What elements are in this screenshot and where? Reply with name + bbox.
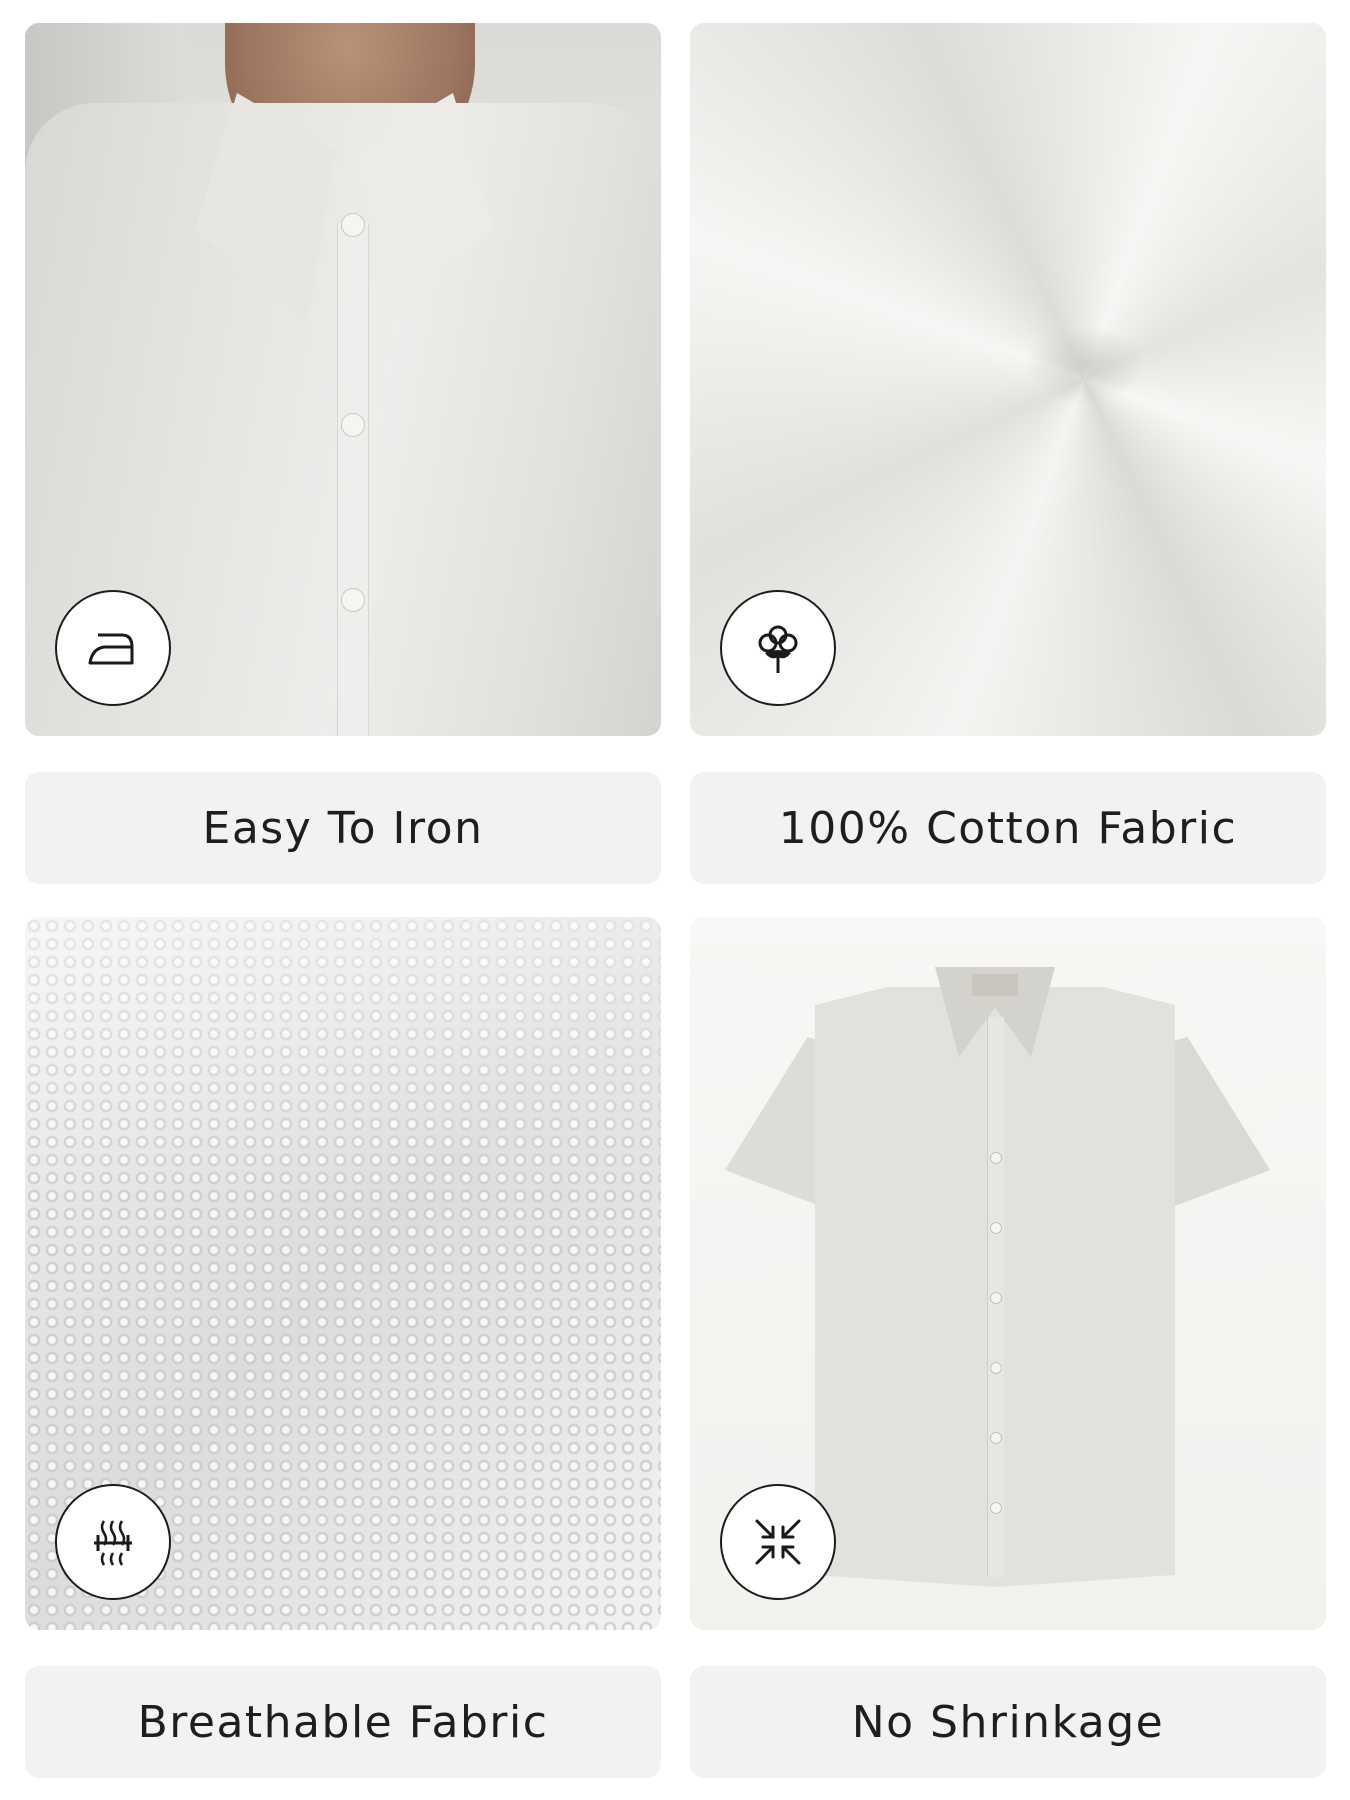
iron-icon [88,633,134,665]
shirt-button [990,1502,1002,1514]
cotton-fabric-photo [690,23,1326,736]
breathable-badge [55,1484,171,1600]
cotton-badge [720,590,836,706]
shirt-button [990,1152,1002,1164]
shirt-button [341,213,365,237]
shirt-button [990,1432,1002,1444]
shirt-button [990,1222,1002,1234]
feature-caption-text: Easy To Iron [202,802,484,854]
feature-caption-text: 100% Cotton Fabric [778,802,1238,854]
shirt-button [990,1292,1002,1304]
feature-caption: Breathable Fabric [25,1666,661,1778]
feature-caption: Easy To Iron [25,772,661,884]
flat-shirt-photo [690,917,1326,1630]
cotton-icon [758,625,798,673]
shirt-button [990,1362,1002,1374]
shirt-placket [337,223,369,736]
no-shrink-badge [720,1484,836,1600]
shirt-label [972,974,1018,996]
iron-badge [55,590,171,706]
feature-caption: 100% Cotton Fabric [690,772,1326,884]
breathable-icon [94,1520,132,1566]
shirt-button [341,588,365,612]
feature-caption-text: No Shrinkage [851,1696,1165,1748]
shirt-button [341,413,365,437]
feature-caption-text: Breathable Fabric [137,1696,549,1748]
feature-caption: No Shrinkage [690,1666,1326,1778]
shirt-worn-photo [25,23,661,736]
no-shrink-icon [755,1519,801,1565]
breathable-fabric-photo [25,917,661,1630]
